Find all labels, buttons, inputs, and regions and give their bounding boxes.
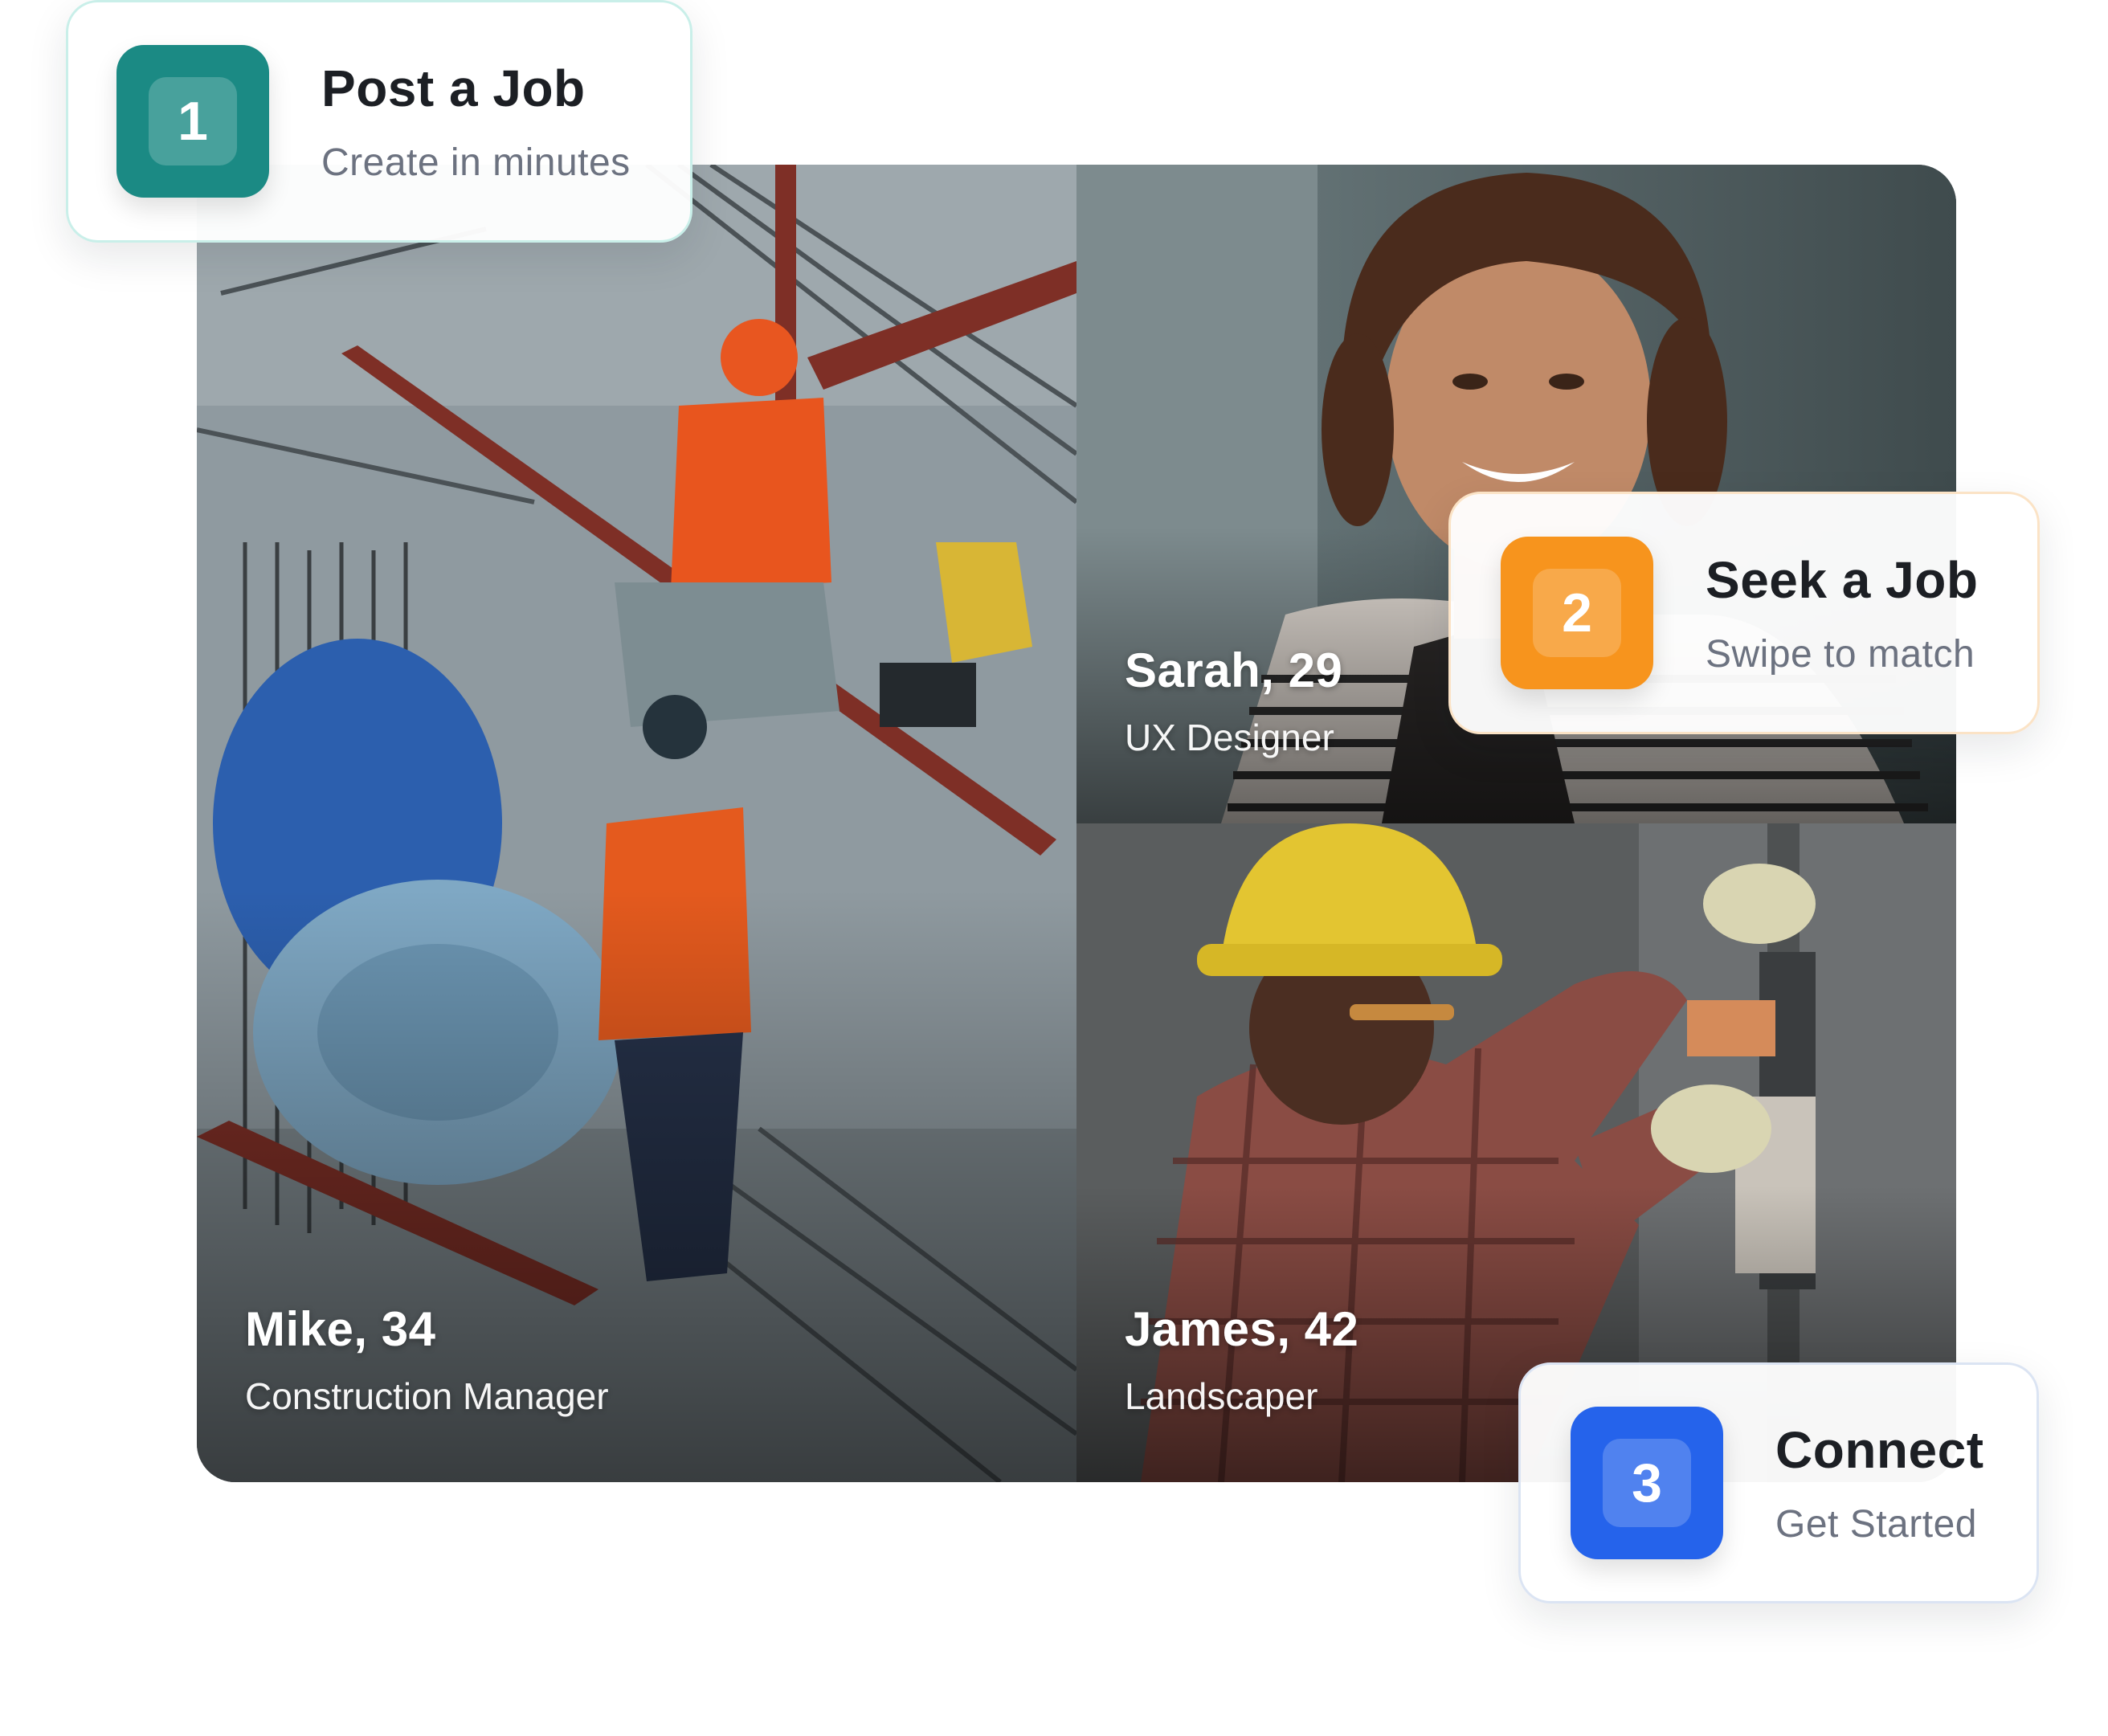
profile-name-james: James, 42: [1125, 1302, 1359, 1356]
profile-role-mike: Construction Manager: [245, 1375, 609, 1417]
profile-role-james: Landscaper: [1125, 1375, 1318, 1417]
step-number: 2: [1533, 569, 1621, 657]
profile-name-sarah: Sarah, 29: [1125, 643, 1343, 697]
step-number-badge: 2: [1501, 537, 1653, 689]
step-number: 1: [149, 77, 237, 165]
profile-name-mike: Mike, 34: [245, 1302, 436, 1356]
step-number-badge: 3: [1571, 1407, 1723, 1559]
step-title: Post a Job: [321, 59, 586, 117]
profile-role-sarah: UX Designer: [1125, 717, 1334, 758]
step-number: 3: [1603, 1439, 1691, 1527]
step-subtitle: Create in minutes: [321, 141, 631, 184]
step-title: Seek a Job: [1706, 550, 1979, 609]
step-card-post-job[interactable]: 1 Post a Job Create in minutes: [66, 0, 692, 243]
step-card-seek-job[interactable]: 2 Seek a Job Swipe to match: [1448, 492, 2040, 734]
step-title: Connect: [1775, 1420, 1984, 1479]
step-number-badge: 1: [116, 45, 269, 198]
step-card-connect[interactable]: 3 Connect Get Started: [1518, 1362, 2039, 1603]
step-subtitle: Swipe to match: [1706, 632, 1975, 676]
profile-photo-grid: Mike, 34 Construction Manager Sarah, 29 …: [197, 165, 1956, 1482]
profile-card-mike[interactable]: Mike, 34 Construction Manager: [197, 165, 1076, 1482]
step-subtitle: Get Started: [1775, 1502, 1977, 1546]
